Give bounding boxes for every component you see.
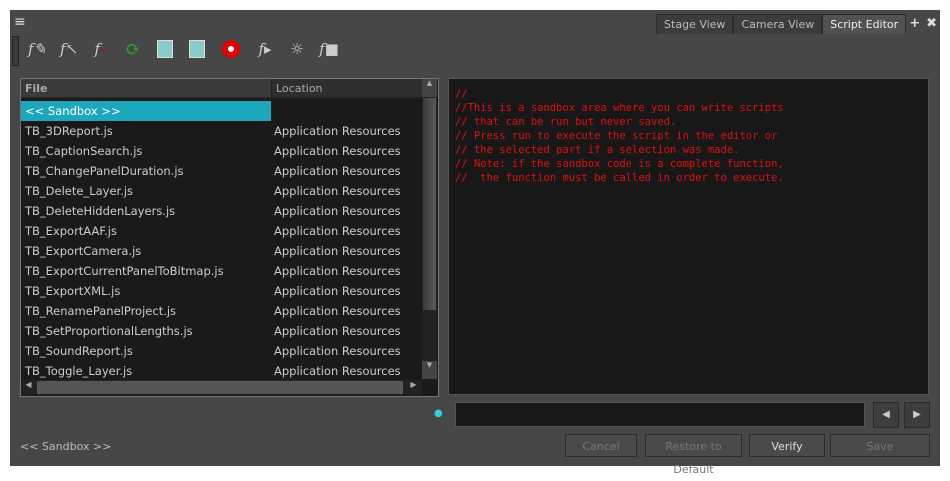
verify-button[interactable]: Verify [749,434,825,457]
file-name: << Sandbox >> [21,101,271,121]
list-item[interactable]: TB_ExportCurrentPanelToBitmap.js Applicat… [21,261,421,281]
file-name: TB_Toggle_Layer.js [25,364,133,378]
file-location: Application Resources [274,184,401,198]
file-location: Application Resources [274,364,401,378]
tab-script-editor[interactable]: Script Editor [822,14,907,34]
file-location: Application Resources [274,144,401,158]
current-script-label: << Sandbox >> [20,440,112,453]
cancel-button[interactable]: Cancel [565,434,637,457]
scroll-down-icon[interactable]: ▼ [422,361,437,379]
scrollbar-thumb[interactable] [423,98,436,310]
file-location: Application Resources [274,324,401,338]
file-name: TB_CaptionSearch.js [25,144,143,158]
file-location: Application Resources [274,124,401,138]
target-icon[interactable] [220,38,242,60]
close-tab-icon[interactable]: ✖ [923,14,940,34]
set-target-preview-icon[interactable] [186,38,208,60]
file-name: TB_SetProportionalLengths.js [25,324,193,338]
horizontal-scrollbar[interactable]: ◀ ▶ [21,380,422,395]
run-icon[interactable]: f▸ [254,38,276,60]
file-name: TB_ExportCurrentPanelToBitmap.js [25,264,224,278]
list-item[interactable]: TB_RenamePanelProject.js Application Reso… [21,301,421,321]
search-icon: ● [434,408,443,419]
list-item[interactable]: TB_ExportXML.js Application Resources [21,281,421,301]
list-item[interactable]: TB_CaptionSearch.js Application Resources [21,141,421,161]
list-item[interactable]: TB_ExportCamera.js Application Resources [21,241,421,261]
find-next-button[interactable]: ▶ [904,402,930,428]
horizontal-scrollbar-thumb[interactable] [37,381,403,394]
file-name: TB_ExportCamera.js [25,244,142,258]
scroll-left-icon[interactable]: ◀ [21,380,36,395]
file-name: TB_RenamePanelProject.js [25,304,177,318]
file-name: TB_SoundReport.js [25,344,133,358]
delete-function-icon[interactable]: f – [90,38,112,60]
script-file-list: File Location << Sandbox >> TB_3DReport.j… [20,78,439,397]
import-function-icon[interactable]: f↖ [58,38,80,60]
file-location: Application Resources [274,224,401,238]
file-location: Application Resources [274,204,401,218]
code-editor[interactable]: // //This is a sandbox area where you ca… [448,78,929,395]
toolbar-grip[interactable] [12,36,19,66]
file-name: TB_Delete_Layer.js [25,184,134,198]
file-location: Application Resources [274,344,401,358]
find-previous-button[interactable]: ◀ [873,402,899,428]
file-name: TB_3DReport.js [25,124,113,138]
file-name: TB_ExportXML.js [25,284,121,298]
file-location: Application Resources [274,164,401,178]
scroll-right-icon[interactable]: ▶ [406,380,421,395]
menu-icon[interactable]: ≡ [14,14,26,30]
list-item[interactable]: TB_Delete_Layer.js Application Resources [21,181,421,201]
restore-to-default-button[interactable]: Restore to Default [645,434,742,476]
location-column-header[interactable]: Location [271,79,422,99]
set-target-icon[interactable] [154,38,176,60]
debug-icon[interactable]: ☼ [286,38,308,60]
add-tab-icon[interactable]: + [906,14,923,34]
script-editor-window: ≡ Stage View Camera View Script Editor +… [10,10,940,476]
file-name: TB_ExportAAF.js [25,224,117,238]
new-function-icon[interactable]: f✎ [26,38,48,60]
refresh-icon[interactable]: ⟳ [122,38,144,60]
vertical-scrollbar[interactable]: ▲ ▼ [422,79,437,379]
tab-stage-view[interactable]: Stage View [656,14,734,34]
list-item[interactable]: TB_3DReport.js Application Resources [21,121,421,141]
search-input[interactable] [455,402,865,427]
list-item[interactable]: TB_DeleteHiddenLayers.js Application Reso… [21,201,421,221]
file-name: TB_ChangePanelDuration.js [25,164,184,178]
list-item[interactable]: TB_SoundReport.js Application Resources [21,341,421,361]
file-column-header[interactable]: File [21,79,271,99]
list-item[interactable]: TB_Toggle_Layer.js Application Resources [21,361,421,381]
file-location: Application Resources [274,284,401,298]
list-item[interactable]: TB_ExportAAF.js Application Resources [21,221,421,241]
list-item[interactable]: TB_ChangePanelDuration.js Application Res… [21,161,421,181]
tab-camera-view[interactable]: Camera View [733,14,823,34]
file-name: TB_DeleteHiddenLayers.js [25,204,176,218]
file-location: Application Resources [274,264,401,278]
scroll-up-icon[interactable]: ▲ [422,79,437,97]
file-location: Application Resources [274,244,401,258]
view-tabs: Stage View Camera View Script Editor + ✖ [656,14,940,34]
list-item[interactable]: TB_SetProportionalLengths.js Application … [21,321,421,341]
file-location: Application Resources [274,304,401,318]
save-button[interactable]: Save [830,434,930,457]
stop-icon[interactable]: f■ [318,38,340,60]
list-item[interactable]: << Sandbox >> [21,101,421,121]
